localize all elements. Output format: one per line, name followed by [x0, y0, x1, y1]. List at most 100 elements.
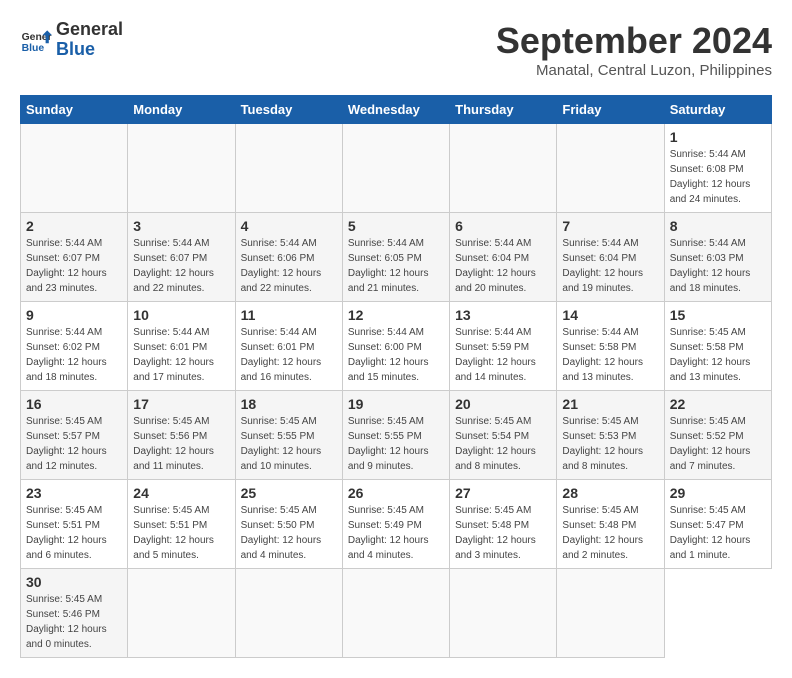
table-row: 10 Sunrise: 5:44 AM Sunset: 6:01 PM Dayli…: [128, 302, 235, 391]
table-row: [450, 124, 557, 213]
table-row: [342, 569, 449, 658]
day-number: 17: [133, 396, 229, 412]
day-number: 5: [348, 218, 444, 234]
table-row: 12Sunrise: 5:44 AM Sunset: 6:00 PM Dayli…: [342, 302, 449, 391]
table-row: 7 Sunrise: 5:44 AM Sunset: 6:04 PM Daylig…: [557, 213, 664, 302]
table-row: [235, 124, 342, 213]
table-row: [21, 124, 128, 213]
table-row: 20Sunrise: 5:45 AM Sunset: 5:54 PM Dayli…: [450, 391, 557, 480]
header-wednesday: Wednesday: [342, 96, 449, 124]
table-row: 9Sunrise: 5:44 AM Sunset: 6:02 PM Daylig…: [21, 302, 128, 391]
day-number: 29: [670, 485, 766, 501]
table-row: 24 Sunrise: 5:45 AM Sunset: 5:51 PM Dayli…: [128, 480, 235, 569]
day-number: 25: [241, 485, 337, 501]
table-row: 8Sunrise: 5:44 AM Sunset: 6:03 PM Daylig…: [664, 213, 771, 302]
day-number: 23: [26, 485, 122, 501]
table-row: 28 Sunrise: 5:45 AM Sunset: 5:48 PM Dayli…: [557, 480, 664, 569]
day-detail: Sunrise: 5:45 AM Sunset: 5:53 PM Dayligh…: [562, 414, 658, 474]
day-detail: Sunrise: 5:45 AM Sunset: 5:47 PM Dayligh…: [670, 503, 766, 563]
logo-text: General Blue: [56, 20, 123, 60]
day-number: 1: [670, 129, 766, 145]
header-friday: Friday: [557, 96, 664, 124]
month-title: September 2024: [496, 20, 772, 62]
day-number: 13: [455, 307, 551, 323]
day-number: 10: [133, 307, 229, 323]
table-row: [450, 569, 557, 658]
day-number: 27: [455, 485, 551, 501]
day-detail: Sunrise: 5:44 AM Sunset: 5:58 PM Dayligh…: [562, 325, 658, 385]
day-detail: Sunrise: 5:44 AM Sunset: 6:04 PM Dayligh…: [455, 236, 551, 296]
table-row: 4Sunrise: 5:44 AM Sunset: 6:06 PM Daylig…: [235, 213, 342, 302]
day-detail: Sunrise: 5:44 AM Sunset: 6:03 PM Dayligh…: [670, 236, 766, 296]
table-row: 2 Sunrise: 5:44 AM Sunset: 6:07 PM Daylig…: [21, 213, 128, 302]
table-row: 26 Sunrise: 5:45 AM Sunset: 5:49 PM Dayli…: [342, 480, 449, 569]
location-title: Manatal, Central Luzon, Philippines: [496, 62, 772, 79]
day-detail: Sunrise: 5:44 AM Sunset: 6:01 PM Dayligh…: [133, 325, 229, 385]
day-detail: Sunrise: 5:44 AM Sunset: 6:07 PM Dayligh…: [26, 236, 122, 296]
table-row: [235, 569, 342, 658]
day-number: 28: [562, 485, 658, 501]
logo-line1: General: [56, 20, 123, 40]
day-detail: Sunrise: 5:44 AM Sunset: 6:05 PM Dayligh…: [348, 236, 444, 296]
table-row: 21Sunrise: 5:45 AM Sunset: 5:53 PM Dayli…: [557, 391, 664, 480]
day-number: 26: [348, 485, 444, 501]
header-saturday: Saturday: [664, 96, 771, 124]
table-row: 18Sunrise: 5:45 AM Sunset: 5:55 PM Dayli…: [235, 391, 342, 480]
day-detail: Sunrise: 5:44 AM Sunset: 6:08 PM Dayligh…: [670, 147, 766, 207]
day-detail: Sunrise: 5:45 AM Sunset: 5:55 PM Dayligh…: [348, 414, 444, 474]
table-row: 22 Sunrise: 5:45 AM Sunset: 5:52 PM Dayli…: [664, 391, 771, 480]
day-number: 11: [241, 307, 337, 323]
day-detail: Sunrise: 5:44 AM Sunset: 6:01 PM Dayligh…: [241, 325, 337, 385]
table-row: 1 Sunrise: 5:44 AM Sunset: 6:08 PM Daylig…: [664, 124, 771, 213]
table-row: 19 Sunrise: 5:45 AM Sunset: 5:55 PM Dayli…: [342, 391, 449, 480]
calendar-row: 16Sunrise: 5:45 AM Sunset: 5:57 PM Dayli…: [21, 391, 772, 480]
logo: General Blue General Blue: [20, 20, 123, 60]
day-number: 19: [348, 396, 444, 412]
table-row: 25 Sunrise: 5:45 AM Sunset: 5:50 PM Dayli…: [235, 480, 342, 569]
table-row: 27Sunrise: 5:45 AM Sunset: 5:48 PM Dayli…: [450, 480, 557, 569]
table-row: 16Sunrise: 5:45 AM Sunset: 5:57 PM Dayli…: [21, 391, 128, 480]
day-detail: Sunrise: 5:44 AM Sunset: 6:06 PM Dayligh…: [241, 236, 337, 296]
day-detail: Sunrise: 5:45 AM Sunset: 5:51 PM Dayligh…: [133, 503, 229, 563]
header-thursday: Thursday: [450, 96, 557, 124]
table-row: 23 Sunrise: 5:45 AM Sunset: 5:51 PM Dayli…: [21, 480, 128, 569]
day-detail: Sunrise: 5:45 AM Sunset: 5:50 PM Dayligh…: [241, 503, 337, 563]
calendar-table: Sunday Monday Tuesday Wednesday Thursday…: [20, 95, 772, 658]
table-row: [128, 124, 235, 213]
day-number: 6: [455, 218, 551, 234]
day-number: 22: [670, 396, 766, 412]
calendar-row: 9Sunrise: 5:44 AM Sunset: 6:02 PM Daylig…: [21, 302, 772, 391]
table-row: 30 Sunrise: 5:45 AM Sunset: 5:46 PM Dayli…: [21, 569, 128, 658]
day-detail: Sunrise: 5:45 AM Sunset: 5:46 PM Dayligh…: [26, 592, 122, 652]
day-number: 18: [241, 396, 337, 412]
calendar-row: 30 Sunrise: 5:45 AM Sunset: 5:46 PM Dayli…: [21, 569, 772, 658]
calendar-row: 2 Sunrise: 5:44 AM Sunset: 6:07 PM Daylig…: [21, 213, 772, 302]
table-row: 6 Sunrise: 5:44 AM Sunset: 6:04 PM Daylig…: [450, 213, 557, 302]
table-row: 29 Sunrise: 5:45 AM Sunset: 5:47 PM Dayli…: [664, 480, 771, 569]
day-detail: Sunrise: 5:45 AM Sunset: 5:49 PM Dayligh…: [348, 503, 444, 563]
day-detail: Sunrise: 5:45 AM Sunset: 5:51 PM Dayligh…: [26, 503, 122, 563]
day-number: 9: [26, 307, 122, 323]
day-number: 3: [133, 218, 229, 234]
day-detail: Sunrise: 5:45 AM Sunset: 5:52 PM Dayligh…: [670, 414, 766, 474]
calendar-row: 23 Sunrise: 5:45 AM Sunset: 5:51 PM Dayli…: [21, 480, 772, 569]
day-number: 7: [562, 218, 658, 234]
day-detail: Sunrise: 5:44 AM Sunset: 5:59 PM Dayligh…: [455, 325, 551, 385]
day-detail: Sunrise: 5:44 AM Sunset: 6:04 PM Dayligh…: [562, 236, 658, 296]
table-row: 14Sunrise: 5:44 AM Sunset: 5:58 PM Dayli…: [557, 302, 664, 391]
day-number: 30: [26, 574, 122, 590]
day-number: 16: [26, 396, 122, 412]
table-row: 13 Sunrise: 5:44 AM Sunset: 5:59 PM Dayli…: [450, 302, 557, 391]
table-row: [557, 124, 664, 213]
header-sunday: Sunday: [21, 96, 128, 124]
calendar-row: 1 Sunrise: 5:44 AM Sunset: 6:08 PM Daylig…: [21, 124, 772, 213]
day-detail: Sunrise: 5:44 AM Sunset: 6:07 PM Dayligh…: [133, 236, 229, 296]
header: General Blue General Blue September 2024…: [20, 20, 772, 79]
day-number: 12: [348, 307, 444, 323]
day-number: 2: [26, 218, 122, 234]
day-number: 20: [455, 396, 551, 412]
header-tuesday: Tuesday: [235, 96, 342, 124]
day-detail: Sunrise: 5:45 AM Sunset: 5:48 PM Dayligh…: [562, 503, 658, 563]
title-section: September 2024 Manatal, Central Luzon, P…: [496, 20, 772, 79]
day-number: 24: [133, 485, 229, 501]
